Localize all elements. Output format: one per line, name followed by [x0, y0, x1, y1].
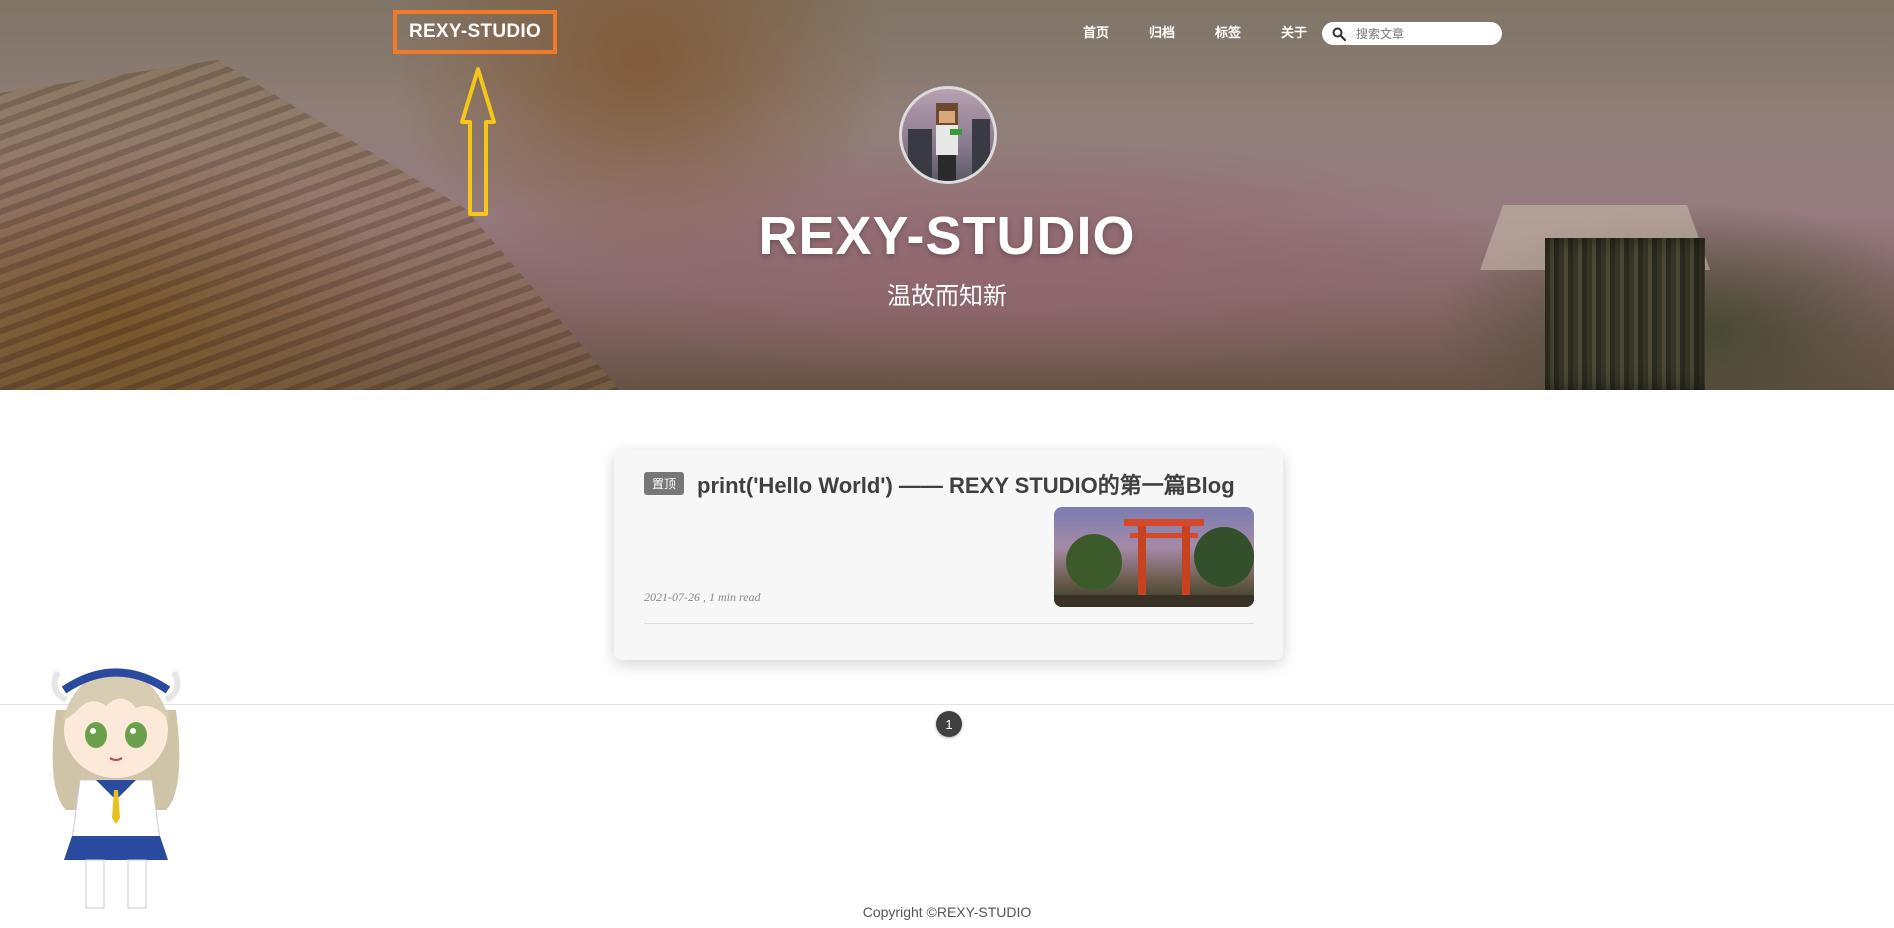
- post-thumbnail[interactable]: [1054, 507, 1254, 607]
- nav-tags[interactable]: 标签: [1195, 22, 1261, 44]
- footer-copyright: Copyright ©REXY-STUDIO: [862, 904, 1032, 920]
- site-subtitle: 温故而知新: [887, 283, 1007, 310]
- post-title-link[interactable]: print('Hello World') —— REXY STUDIO的第一篇B…: [697, 468, 1235, 500]
- avatar: [899, 86, 997, 184]
- search-box[interactable]: [1322, 22, 1502, 45]
- post-meta: 2021-07-26 , 1 min read: [644, 590, 761, 604]
- pagination-page-1[interactable]: 1: [936, 711, 962, 737]
- avatar-character-icon: [908, 103, 990, 181]
- annotation-arrow-icon: [460, 67, 496, 216]
- search-icon: [1332, 27, 1346, 41]
- search-input[interactable]: [1354, 25, 1498, 42]
- post-card[interactable]: 置顶 print('Hello World') —— REXY STUDIO的第…: [614, 450, 1283, 660]
- nav-about[interactable]: 关于: [1261, 22, 1327, 44]
- site-title: REXY-STUDIO: [758, 206, 1136, 266]
- pinned-badge: 置顶: [644, 472, 685, 495]
- hero-banner: [0, 0, 1894, 390]
- nav-home[interactable]: 首页: [1063, 22, 1129, 44]
- mascot-character-icon[interactable]: [36, 650, 196, 910]
- nav-archives[interactable]: 归档: [1129, 22, 1195, 44]
- brand-link[interactable]: REXY-STUDIO: [393, 10, 557, 54]
- page-divider: [0, 704, 1894, 705]
- main-nav: 首页 归档 标签 关于: [1063, 22, 1327, 44]
- torii-gate-icon: [1054, 519, 1254, 607]
- card-divider: [644, 623, 1254, 624]
